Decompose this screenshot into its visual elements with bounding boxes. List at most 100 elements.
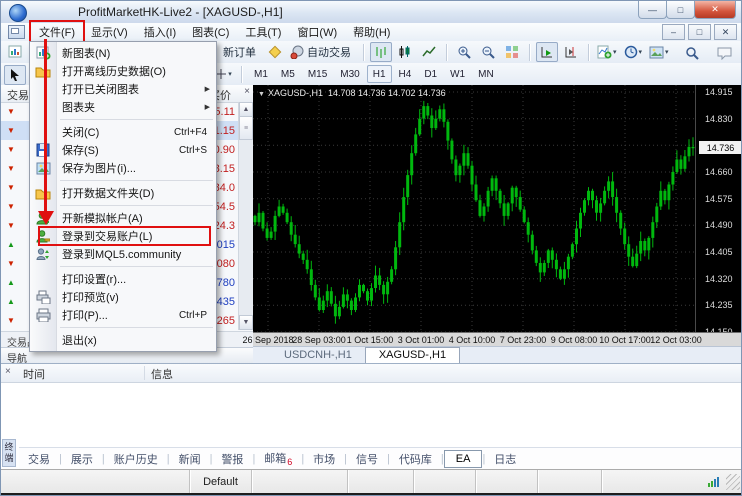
menu-item-打印预览(v)[interactable]: 打印预览(v) (30, 288, 216, 306)
tile-windows-icon[interactable] (501, 42, 523, 62)
menu-item-图表夹[interactable]: 图表夹▶ (30, 98, 216, 116)
menu-item-打印(P)...[interactable]: 打印(P)...Ctrl+P (30, 306, 216, 324)
scroll-down-icon[interactable]: ▼ (239, 315, 253, 330)
menu-item-保存为图片(i)...[interactable]: 保存为图片(i)... (30, 159, 216, 177)
chart-context-arrow-icon[interactable]: ▼ (258, 91, 265, 98)
menu-item-新图表(N)[interactable]: 新图表(N) (30, 44, 216, 62)
new-chart-icon (30, 46, 56, 60)
menu-窗口(W)[interactable]: 窗口(W) (289, 22, 345, 42)
terminal-tab-市场[interactable]: 市场 (304, 449, 344, 469)
submenu-arrow-icon: ▶ (205, 103, 216, 111)
menu-图表(C)[interactable]: 图表(C) (184, 22, 237, 42)
timeframe-M30[interactable]: M30 (334, 65, 365, 83)
status-empty-cell (475, 470, 537, 494)
indicators-dropdown[interactable]: ▾ (595, 42, 620, 62)
timeframe-H1[interactable]: H1 (367, 65, 392, 83)
terminal-tab-邮箱[interactable]: 邮箱6 (255, 448, 301, 469)
zoom-in-icon[interactable] (453, 42, 475, 62)
menu-item-关闭(C)[interactable]: 关闭(C)Ctrl+F4 (30, 123, 216, 141)
new-chart-toolbar-icon[interactable] (4, 42, 26, 62)
line-chart-mode-icon[interactable] (418, 42, 440, 62)
scroll-up-icon[interactable]: ▲ (239, 102, 253, 117)
profile-indicator[interactable]: Default (189, 470, 251, 494)
menu-插入(I)[interactable]: 插入(I) (136, 22, 184, 42)
column-divider (144, 366, 145, 380)
terminal-tab-警报[interactable]: 警报 (212, 449, 252, 469)
menu-separator (60, 180, 213, 181)
status-empty-cell (537, 470, 601, 494)
terminal-tab-新闻[interactable]: 新闻 (170, 449, 210, 469)
bar-chart-mode-icon[interactable] (370, 42, 392, 62)
toolbar-separator (446, 44, 447, 61)
mql-wizard-icon[interactable] (264, 42, 286, 62)
terminal-tab-交易[interactable]: 交易 (19, 449, 59, 469)
terminal-tab-日志[interactable]: 日志 (485, 449, 525, 469)
chart-area[interactable]: ▼XAGUSD-,H1 14.708 14.736 14.702 14.736 … (253, 85, 742, 332)
chart-shift-icon[interactable] (560, 42, 582, 62)
chart-tab-USDCNH-,H1[interactable]: USDCNH-,H1 (271, 348, 365, 363)
menu-item-打开已关闭图表[interactable]: 打开已关闭图表▶ (30, 80, 216, 98)
auto-scroll-icon[interactable] (536, 42, 558, 62)
timeframe-H4[interactable]: H4 (393, 65, 418, 83)
message-column-header[interactable]: 信息 (151, 366, 173, 382)
menu-item-登录到MQL5.community[interactable]: 登录到MQL5.community (30, 245, 216, 263)
status-empty-cell (347, 470, 413, 494)
menu-item-打印设置(r)...[interactable]: 打印设置(r)... (30, 270, 216, 288)
timeframe-MN[interactable]: MN (472, 65, 500, 83)
minimize-button[interactable]: — (638, 1, 667, 19)
timeframe-D1[interactable]: D1 (418, 65, 443, 83)
menu-item-打开数据文件夹(D)[interactable]: 打开数据文件夹(D) (30, 184, 216, 202)
timeframe-M5[interactable]: M5 (275, 65, 301, 83)
timeframe-M1[interactable]: M1 (248, 65, 274, 83)
market-watch-scrollbar[interactable]: ▲ ≡ ▼ (238, 102, 253, 330)
periods-dropdown[interactable]: ▾ (622, 42, 646, 62)
child-restore-button[interactable]: □ (688, 24, 711, 40)
child-close-button[interactable]: ✕ (714, 24, 737, 40)
chart-tab-XAGUSD-,H1[interactable]: XAGUSD-,H1 (365, 347, 460, 363)
current-price-tag: 14.736 (699, 141, 742, 154)
menu-工具(T)[interactable]: 工具(T) (237, 22, 289, 42)
search-icon[interactable] (681, 43, 703, 63)
menu-item-label: 打开数据文件夹(D) (62, 185, 154, 201)
time-column-header[interactable]: 时间 (23, 366, 45, 382)
auto-trading-button[interactable]: 自动交易 (288, 42, 357, 62)
time-axis[interactable]: 26 Sep 201828 Sep 03:001 Oct 15:003 Oct … (253, 332, 742, 347)
terminal-tab-展示[interactable]: 展示 (62, 449, 102, 469)
terminal-close-icon[interactable]: × (5, 366, 11, 377)
terminal-tab-信号[interactable]: 信号 (347, 449, 387, 469)
market-watch-close-icon[interactable]: × (244, 86, 250, 97)
child-minimize-button[interactable]: – (662, 24, 685, 40)
menu-帮助(H)[interactable]: 帮助(H) (345, 22, 398, 42)
scroll-thumb[interactable]: ≡ (239, 116, 253, 140)
menu-item-label: 新图表(N) (62, 45, 110, 61)
chart-plot[interactable]: ▼XAGUSD-,H1 14.708 14.736 14.702 14.736 (253, 85, 695, 332)
tick-down-icon: ▼ (4, 183, 18, 192)
templates-dropdown[interactable]: ▾ (647, 42, 672, 62)
close-button[interactable]: ✕ (694, 1, 736, 19)
candlestick-mode-icon[interactable] (394, 42, 416, 62)
menu-文件(F)[interactable]: 文件(F) (31, 22, 83, 42)
timeframe-W1[interactable]: W1 (444, 65, 471, 83)
person-sync-icon (30, 247, 56, 261)
terminal-tab-账户历史[interactable]: 账户历史 (105, 449, 167, 469)
resize-grip[interactable] (726, 474, 740, 490)
menu-item-退出(x)[interactable]: 退出(x) (30, 331, 216, 349)
timeframe-M15[interactable]: M15 (302, 65, 333, 83)
zoom-out-icon[interactable] (477, 42, 499, 62)
menu-item-开新模拟帐户(A)[interactable]: 开新模拟帐户(A) (30, 209, 216, 227)
child-window-icon[interactable] (8, 25, 25, 39)
chat-icon[interactable] (713, 43, 735, 63)
menu-item-保存(S)[interactable]: 保存(S)Ctrl+S (30, 141, 216, 159)
terminal-tab-代码库[interactable]: 代码库 (390, 449, 441, 469)
menu-bar-items: 文件(F)显示(V)插入(I)图表(C)工具(T)窗口(W)帮助(H) (31, 22, 398, 42)
new-order-button[interactable]: 新订单 (219, 42, 262, 62)
cursor-tool-icon[interactable] (4, 65, 26, 85)
menu-item-登录到交易账户(L)[interactable]: 登录到交易账户(L) (30, 227, 216, 245)
menu-item-打开离线历史数据(O)[interactable]: 打开离线历史数据(O) (30, 62, 216, 80)
status-bar: Default (1, 469, 741, 494)
restore-button[interactable]: □ (666, 1, 695, 19)
price-scale[interactable]: 14.91514.83014.74514.66014.57514.49014.4… (695, 85, 742, 332)
menu-显示(V)[interactable]: 显示(V) (83, 22, 136, 42)
terminal-tab-EA[interactable]: EA (444, 450, 483, 468)
terminal-side-tab[interactable]: 终 端 (2, 439, 16, 467)
